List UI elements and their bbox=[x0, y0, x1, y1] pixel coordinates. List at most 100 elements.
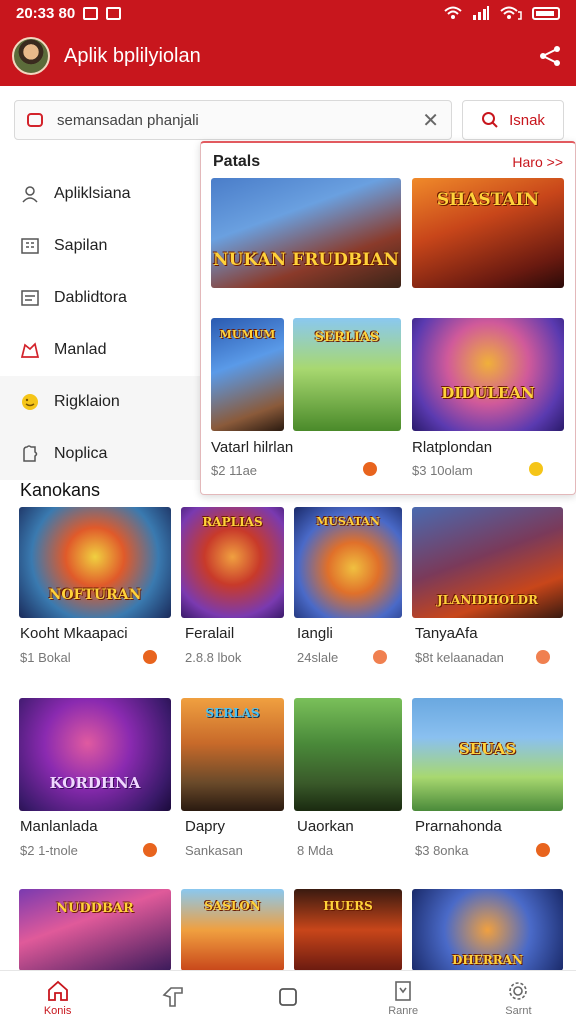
search-button[interactable]: Isnak bbox=[462, 100, 564, 140]
search-row: ✕ Isnak bbox=[14, 100, 564, 142]
game-art-text: SERLIAS bbox=[314, 330, 380, 345]
search-box[interactable]: ✕ bbox=[14, 100, 452, 140]
sidebar: Apliklsiana Sapilan Dablidtora Manlad Ri… bbox=[0, 168, 215, 480]
game-art-text: KORDHNA bbox=[49, 774, 141, 792]
game-thumbnail[interactable]: SERLIAS bbox=[293, 318, 401, 431]
game-title: Kooht Mkaapaci bbox=[20, 625, 128, 642]
nav-item-home[interactable]: Konis bbox=[0, 971, 115, 1024]
orange-badge-icon bbox=[536, 843, 550, 857]
avatar[interactable] bbox=[12, 37, 50, 75]
game-title: Dapry bbox=[185, 818, 226, 835]
see-more-link[interactable]: Haro >> bbox=[512, 154, 563, 170]
sidebar-item-label: Rigklaion bbox=[54, 393, 120, 410]
game-thumbnail[interactable]: DIDULEAN bbox=[412, 318, 564, 431]
app-title: Aplik bplilyiolan bbox=[64, 44, 201, 67]
featured-game-thumbnail[interactable]: SHASTAIN bbox=[412, 178, 564, 288]
nav-item-tags[interactable] bbox=[115, 971, 230, 1024]
settings-icon bbox=[509, 981, 528, 1000]
battery-icon bbox=[532, 6, 560, 20]
nav-item-label: Sarnt bbox=[505, 1004, 532, 1017]
nav-item-label: Ranre bbox=[388, 1004, 419, 1017]
game-thumbnail[interactable]: KORDHNA bbox=[19, 698, 171, 811]
game-art-text: HUERS bbox=[323, 899, 373, 913]
nav-item-apps[interactable] bbox=[230, 971, 345, 1024]
bottom-nav: Konis Ranre Sarnt bbox=[0, 970, 576, 1024]
game-thumbnail[interactable]: NOFTURAN bbox=[19, 507, 171, 618]
game-art-text: SASLON bbox=[204, 899, 261, 913]
game-art-text: SHASTAIN bbox=[436, 190, 540, 210]
game-title: Prarnahonda bbox=[415, 818, 502, 835]
game-thumbnail[interactable]: SASLON bbox=[181, 889, 284, 971]
wifi-calling-icon bbox=[500, 6, 522, 20]
game-thumbnail[interactable]: HUERS bbox=[294, 889, 402, 971]
orange-badge-icon bbox=[373, 650, 387, 664]
game-art-text: NOFTURAN bbox=[48, 587, 142, 603]
app-store-icon bbox=[27, 113, 43, 127]
nav-item-label: Konis bbox=[43, 1004, 72, 1017]
game-meta: $8t kelaanadan bbox=[415, 650, 504, 665]
nav-item-ranking[interactable]: Ranre bbox=[346, 971, 461, 1024]
image-notification-icon bbox=[106, 6, 122, 20]
nav-item-settings[interactable]: Sarnt bbox=[461, 971, 576, 1024]
game-art-text: NUKAN FRUDBIAN bbox=[213, 250, 399, 270]
sidebar-item-label: Manlad bbox=[54, 341, 107, 358]
game-thumbnail[interactable]: DHERRAN bbox=[412, 889, 563, 971]
game-art-text: JLANIDHOLDR bbox=[436, 593, 539, 607]
tag-icon bbox=[162, 986, 183, 1007]
section-title: Kanokans bbox=[20, 480, 101, 500]
game-art-text: SEUAS bbox=[458, 740, 517, 758]
game-art-text: NUDDBAR bbox=[56, 901, 134, 916]
sidebar-item-noplica[interactable]: Noplica bbox=[0, 428, 215, 480]
sidebar-item-label: Dablidtora bbox=[54, 289, 127, 306]
list-icon bbox=[20, 288, 40, 308]
orange-badge-icon bbox=[143, 843, 157, 857]
game-meta: 8 Mda bbox=[297, 843, 334, 858]
signal-icon bbox=[473, 6, 489, 20]
sidebar-item-rigklaion[interactable]: Rigklaion bbox=[0, 376, 215, 428]
notification-icon bbox=[83, 6, 99, 20]
game-thumbnail[interactable]: MUMUM bbox=[211, 318, 284, 431]
game-title: Rlatplondan bbox=[412, 439, 493, 456]
sidebar-item-manlad[interactable]: Manlad bbox=[0, 324, 215, 376]
game-meta: 24slale bbox=[297, 650, 339, 665]
featured-game-thumbnail[interactable]: NUKAN FRUDBIAN bbox=[211, 178, 401, 288]
user-icon bbox=[20, 184, 40, 204]
featured-popup: Patals Haro >> NUKAN FRUDBIAN SHASTAIN M… bbox=[200, 141, 576, 495]
sidebar-item-apliklsiana[interactable]: Apliklsiana bbox=[0, 168, 215, 220]
orange-badge-icon bbox=[143, 650, 157, 664]
orange-badge-icon bbox=[536, 650, 550, 664]
game-thumbnail[interactable]: SEUAS bbox=[412, 698, 563, 811]
home-icon bbox=[47, 980, 68, 1001]
game-art-text: MUMUM bbox=[219, 328, 276, 341]
game-title: Vatarl hilrlan bbox=[211, 439, 294, 456]
game-thumbnail[interactable]: NUDDBAR bbox=[19, 889, 171, 971]
game-thumbnail[interactable]: JLANIDHOLDR bbox=[412, 507, 563, 618]
game-meta: 2.8.8 lbok bbox=[185, 650, 242, 665]
grid-icon bbox=[20, 236, 40, 256]
game-meta: $1 Bokal bbox=[20, 650, 71, 665]
game-thumbnail[interactable]: MUSATAN bbox=[294, 507, 402, 618]
sidebar-item-sapilan[interactable]: Sapilan bbox=[0, 220, 215, 272]
square-icon bbox=[279, 987, 297, 1006]
game-thumbnail[interactable]: SERLAS bbox=[181, 698, 284, 811]
game-art-text: MUSATAN bbox=[316, 515, 380, 528]
share-icon[interactable] bbox=[536, 42, 564, 70]
game-meta: $3 8onka bbox=[415, 843, 469, 858]
coin-badge-icon bbox=[529, 462, 543, 476]
search-icon bbox=[482, 112, 498, 128]
game-title: Feralail bbox=[185, 625, 235, 642]
sidebar-item-label: Noplica bbox=[54, 445, 108, 462]
game-thumbnail[interactable] bbox=[294, 698, 402, 811]
game-art-text: RAPLIAS bbox=[202, 515, 263, 529]
game-thumbnail[interactable]: RAPLIAS bbox=[181, 507, 284, 618]
game-title: Manlanlada bbox=[20, 818, 98, 835]
sidebar-item-dablidtora[interactable]: Dablidtora bbox=[0, 272, 215, 324]
game-art-text: SERLAS bbox=[205, 706, 260, 720]
game-art-text: DHERRAN bbox=[451, 953, 524, 967]
sidebar-item-label: Sapilan bbox=[54, 237, 108, 254]
search-input[interactable] bbox=[57, 111, 417, 129]
game-meta: Sankasan bbox=[185, 843, 243, 858]
puzzle-icon bbox=[20, 444, 40, 464]
close-icon[interactable]: ✕ bbox=[422, 108, 439, 133]
smile-icon bbox=[20, 392, 40, 412]
